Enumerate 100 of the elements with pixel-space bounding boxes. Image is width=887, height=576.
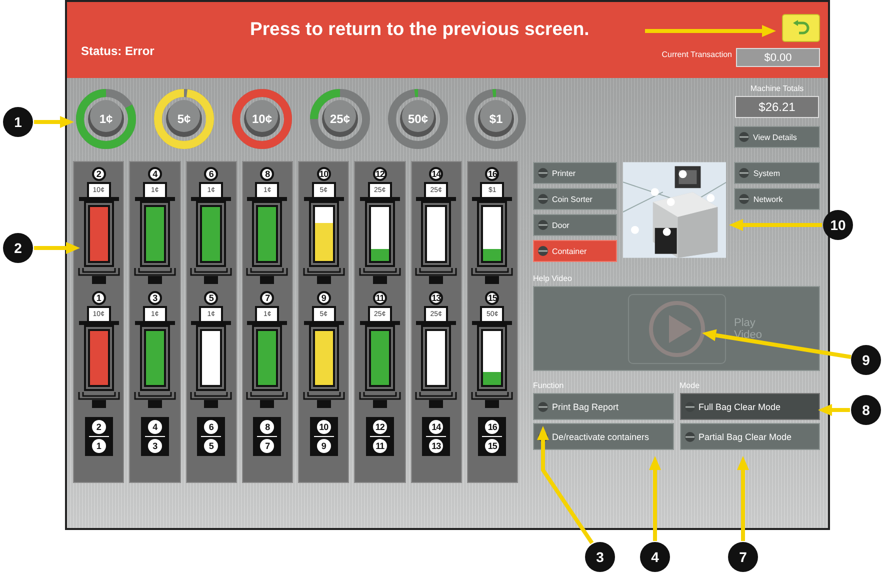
callout-badge: 3	[585, 542, 615, 572]
system-button[interactable]: System	[734, 162, 820, 184]
callout-arrow	[34, 242, 80, 254]
badge-number: 13	[429, 439, 444, 453]
machine-totals-label: Machine Totals	[750, 84, 804, 93]
bin-number: 13	[429, 291, 444, 305]
indicator-icon	[538, 402, 548, 412]
badge-number: 4	[148, 420, 162, 434]
indicator-icon	[684, 402, 694, 412]
bin-number: 16	[485, 167, 500, 181]
tube-holder-drawing	[414, 391, 458, 409]
indicator-icon	[739, 132, 749, 142]
machine-totals-value: $26.21	[735, 96, 819, 118]
bin-number: 4	[148, 167, 162, 181]
status-text: Status: Error	[81, 44, 154, 58]
indicator-icon	[684, 432, 694, 442]
tube-holder-drawing	[76, 267, 121, 285]
coin-label: 50¢	[408, 112, 428, 126]
component-button[interactable]: Container	[533, 240, 617, 262]
tube-holder-drawing	[132, 391, 177, 409]
badge-number: 15	[485, 439, 500, 453]
transaction-label: Current Transaction	[662, 50, 732, 59]
transaction-value: $0.00	[736, 48, 820, 67]
system-button[interactable]: Network	[734, 188, 820, 210]
bin-number: 3	[148, 291, 162, 305]
badge-number: 10	[316, 420, 331, 434]
bin-number: 15	[485, 291, 500, 305]
coin-label: 1¢	[99, 112, 113, 126]
function-button[interactable]: Print Bag Report	[533, 393, 674, 420]
badge-number: 14	[429, 420, 444, 434]
callout-arrow	[818, 404, 850, 416]
badge-number: 9	[316, 439, 331, 453]
indicator-icon	[538, 220, 548, 230]
back-button[interactable]	[782, 14, 820, 42]
badge-number: 1	[92, 439, 106, 453]
badge-number: 2	[92, 420, 106, 434]
return-arrow-icon	[792, 20, 810, 36]
badge-number: 6	[204, 420, 218, 434]
mode-button[interactable]: Full Bag Clear Mode	[680, 393, 820, 420]
badge-number: 8	[260, 420, 274, 434]
bin-number: 9	[316, 291, 331, 305]
tube-holder-drawing	[302, 267, 346, 285]
callout-badge: 10	[823, 210, 853, 240]
tube-holder-drawing	[245, 267, 290, 285]
bin-number: 5	[204, 291, 218, 305]
mode-label: Mode	[680, 381, 701, 390]
coin-label: $1	[489, 112, 503, 126]
tube-holder-drawing	[189, 391, 234, 409]
annotation-text: Press to return to the previous screen.	[250, 18, 590, 40]
callout-arrow	[34, 116, 74, 128]
callout-badge: 8	[851, 395, 881, 425]
tube-holder-drawing	[470, 391, 514, 409]
tube-holder-drawing	[245, 391, 290, 409]
play-icon	[648, 300, 706, 358]
tube-holder-drawing	[470, 267, 514, 285]
coin-label: 25¢	[330, 112, 350, 126]
indicator-icon	[538, 194, 548, 204]
bin-number: 7	[260, 291, 274, 305]
bin-number: 14	[429, 167, 444, 181]
tube-holder-drawing	[414, 267, 458, 285]
bin-number: 2	[92, 167, 106, 181]
component-button[interactable]: Printer	[533, 162, 617, 184]
callout-badge: 9	[851, 345, 881, 375]
badge-number: 11	[372, 439, 387, 453]
tube-holder-drawing	[189, 267, 234, 285]
function-label: Function	[533, 381, 565, 390]
view-details-button[interactable]: View Details	[734, 126, 820, 148]
callout-badge: 7	[728, 542, 758, 572]
indicator-icon	[538, 168, 548, 178]
bin-number: 1	[92, 291, 106, 305]
badge-number: 7	[260, 439, 274, 453]
bin-number: 12	[372, 167, 387, 181]
badge-number: 3	[148, 439, 162, 453]
mode-button[interactable]: Partial Bag Clear Mode	[680, 423, 820, 450]
coin-label: 5¢	[177, 112, 191, 126]
bin-number: 6	[204, 167, 218, 181]
function-button[interactable]: De/reactivate containers	[533, 423, 674, 450]
component-button[interactable]: Coin Sorter	[533, 188, 617, 210]
indicator-icon	[739, 194, 750, 204]
bin-number: 10	[316, 167, 331, 181]
indicator-icon	[739, 168, 750, 178]
coin-gauge[interactable]	[465, 88, 527, 150]
badge-number: 5	[204, 439, 218, 453]
help-video-label: Help Video	[533, 274, 573, 283]
callout-badge: 1	[3, 107, 33, 137]
coin-label: 10¢	[252, 112, 272, 126]
component-button[interactable]: Door	[533, 214, 617, 236]
tube-holder-drawing	[358, 267, 402, 285]
callout-badge: 4	[640, 542, 670, 572]
coin-gauge[interactable]	[387, 88, 449, 150]
badge-number: 12	[372, 420, 387, 434]
tube-holder-drawing	[76, 391, 121, 409]
indicator-icon	[538, 246, 548, 256]
callout-badge: 2	[3, 233, 33, 263]
tube-holder-drawing	[132, 267, 177, 285]
tube-holder-drawing	[302, 391, 346, 409]
tube-holder-drawing	[358, 391, 402, 409]
bin-number: 11	[372, 291, 387, 305]
bin-number: 8	[260, 167, 274, 181]
badge-number: 16	[485, 420, 500, 434]
